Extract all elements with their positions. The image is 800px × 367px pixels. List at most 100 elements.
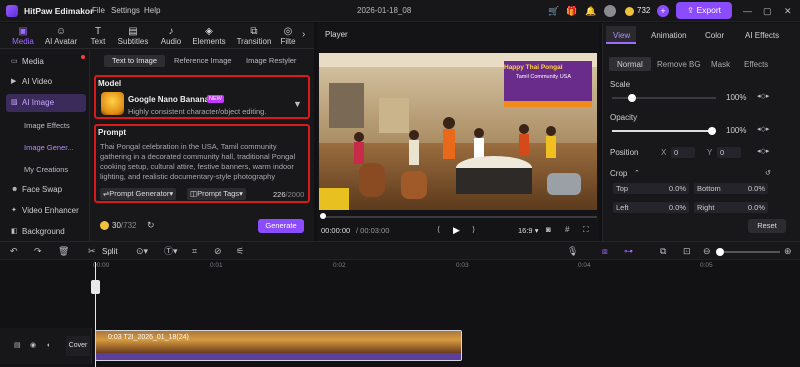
zoom-knob[interactable] — [716, 248, 724, 256]
subtab-image-restyler[interactable]: Image Restyler — [246, 55, 296, 67]
pos-y-input[interactable]: 0 — [717, 147, 741, 158]
freeze-icon[interactable]: ⊙▾ — [136, 246, 148, 256]
magic-icon[interactable]: ⚟ — [236, 246, 244, 256]
fullscreen-icon[interactable]: ⛶ — [583, 225, 589, 235]
maximize-icon[interactable]: ▢ — [763, 6, 772, 16]
subtab-mask[interactable]: Mask — [711, 60, 730, 69]
sidebar-item-video-enhancer[interactable]: Video Enhancer — [6, 202, 86, 220]
sidebar-item-media[interactable]: Media — [6, 53, 86, 71]
speed-icon[interactable]: ⊘ — [214, 246, 222, 256]
next-frame-icon[interactable]: ⟩ — [472, 225, 475, 235]
close-icon[interactable]: ✕ — [784, 6, 792, 16]
tick-4: 0:04 — [578, 262, 591, 269]
pos-x-input[interactable]: 0 — [671, 147, 695, 158]
text-tool-icon[interactable]: Ⓣ▾ — [164, 246, 178, 256]
grid-icon[interactable]: # — [565, 225, 569, 235]
tab-subtitles[interactable]: ▤ Subtitles — [112, 26, 154, 46]
crop-top[interactable]: Top 0.0% — [613, 183, 689, 194]
opacity-knob[interactable] — [708, 127, 716, 135]
crop-left[interactable]: Left 0.0% — [613, 202, 689, 213]
playhead-knob[interactable] — [320, 213, 326, 219]
undo-icon[interactable]: ↶ — [10, 246, 18, 256]
camera-icon[interactable]: ◙ — [546, 225, 551, 235]
track-lock-icon[interactable]: ▤ — [14, 341, 21, 351]
link-icon[interactable]: ⧈ — [602, 246, 608, 256]
scale-value[interactable]: 100% — [726, 93, 746, 102]
tab-elements[interactable]: ◈ Elements — [188, 26, 230, 46]
position-keyframe-icon[interactable]: ◂◇▸ — [757, 147, 769, 157]
cart-icon[interactable]: 🛒 — [548, 6, 559, 16]
track-icon[interactable]: ⧉ — [660, 246, 666, 256]
scale-slider[interactable] — [612, 94, 716, 102]
subtab-text-to-image[interactable]: Text to Image — [104, 55, 166, 67]
crop-chevron-up-icon[interactable]: ⌃ — [634, 169, 640, 179]
zoom-in-icon[interactable]: ⊕ — [784, 246, 792, 256]
split-icon[interactable]: ✂ — [88, 246, 96, 256]
opacity-slider[interactable] — [612, 127, 716, 135]
crop-bottom[interactable]: Bottom 0.0% — [694, 183, 768, 194]
tab-ai-effects[interactable]: AI Effects — [745, 31, 779, 40]
zoom-slider[interactable] — [716, 248, 780, 256]
microphone-icon[interactable]: 🎙 — [567, 246, 578, 256]
app-logo-icon — [6, 5, 18, 17]
play-icon[interactable]: ▶ — [453, 225, 460, 235]
generate-button[interactable]: Generate — [258, 219, 304, 233]
prev-frame-icon[interactable]: ⟨ — [437, 225, 440, 235]
fit-icon[interactable]: ⊡ — [683, 246, 691, 256]
dropdown-arrow-icon[interactable]: ▼ — [293, 99, 302, 109]
menu-file[interactable]: File — [92, 6, 105, 15]
prompt-tags-button[interactable]: ◫Prompt Tags▾ — [187, 188, 246, 200]
split-label[interactable]: Split — [102, 247, 118, 256]
playhead-handle[interactable] — [91, 280, 100, 294]
cover-button[interactable]: Cover — [66, 336, 90, 356]
refresh-icon[interactable]: ↻ — [147, 220, 155, 230]
redo-icon[interactable]: ↷ — [34, 246, 42, 256]
add-credits-icon[interactable]: + — [657, 5, 669, 17]
delete-icon[interactable]: 🗑 — [58, 246, 69, 256]
tab-ai-avatar[interactable]: ☺ AI Avatar — [40, 26, 82, 46]
tab-filter[interactable]: ◎ Filte — [275, 26, 301, 46]
sidebar-subitem-my-creations[interactable]: My Creations — [24, 165, 68, 174]
chevron-right-icon[interactable]: › — [302, 30, 305, 40]
track-mute-icon[interactable]: ◖ — [46, 341, 50, 351]
sidebar-subitem-image-effects[interactable]: Image Effects — [24, 121, 70, 130]
snap-icon[interactable]: ⊶ — [624, 246, 633, 256]
opacity-value[interactable]: 100% — [726, 126, 746, 135]
gift-icon[interactable]: 🎁 — [566, 6, 577, 16]
subtab-reference-image[interactable]: Reference Image — [174, 55, 232, 67]
sidebar-item-background[interactable]: Background — [6, 223, 86, 241]
prompt-generator-button[interactable]: ⇌Prompt Generator▾ — [100, 188, 177, 200]
sidebar-item-ai-video[interactable]: AI Video — [6, 73, 86, 91]
progress-track[interactable] — [321, 216, 597, 218]
avatar[interactable] — [604, 5, 616, 17]
sidebar-item-ai-image[interactable]: AI Image — [6, 94, 86, 112]
subtab-remove-bg[interactable]: Remove BG — [657, 60, 701, 69]
minimize-icon[interactable]: — — [743, 6, 752, 16]
media-icon: ▣ — [18, 26, 28, 37]
tab-audio[interactable]: ♪ Audio — [150, 26, 192, 46]
sidebar-subitem-image-generator[interactable]: Image Gener... — [24, 143, 74, 152]
tab-transition[interactable]: ⧉ Transition — [233, 26, 275, 46]
tab-color[interactable]: Color — [705, 31, 724, 40]
menu-help[interactable]: Help — [144, 6, 160, 15]
tab-view[interactable]: View — [613, 31, 630, 40]
audio-icon: ♪ — [168, 26, 174, 37]
opacity-keyframe-icon[interactable]: ◂◇▸ — [757, 125, 769, 135]
tab-media[interactable]: ▣ Media — [2, 26, 44, 46]
zoom-out-icon[interactable]: ⊖ — [703, 246, 711, 256]
crop-right[interactable]: Right 0.0% — [694, 202, 768, 213]
menu-settings[interactable]: Settings — [111, 6, 140, 15]
track-visibility-icon[interactable]: ◉ — [30, 341, 36, 351]
aspect-ratio-select[interactable]: 16:9 ▾ — [518, 226, 538, 235]
scale-knob[interactable] — [628, 94, 636, 102]
crop-reset-icon[interactable]: ↺ — [765, 169, 771, 179]
keyframe-icon[interactable]: ◂◇▸ — [757, 92, 769, 102]
export-button[interactable]: ⇪ Export — [676, 2, 732, 19]
prompt-textarea[interactable]: Thai Pongal celebration in the USA, Tami… — [100, 142, 305, 184]
crop-tool-icon[interactable]: ⌗ — [192, 246, 197, 256]
tab-animation[interactable]: Animation — [651, 31, 687, 40]
subtab-normal[interactable]: Normal — [617, 60, 643, 69]
reset-button[interactable]: Reset — [748, 219, 786, 233]
subtab-effects[interactable]: Effects — [744, 60, 768, 69]
bell-icon[interactable]: 🔔 — [585, 6, 596, 16]
